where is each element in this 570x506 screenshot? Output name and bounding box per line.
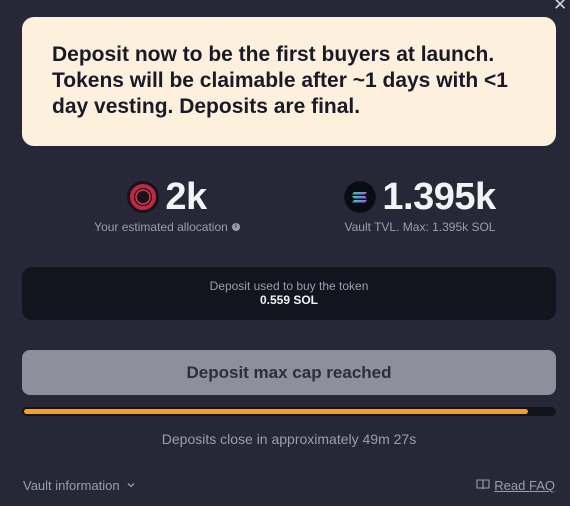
vault-tvl-label: Vault TVL. Max: 1.395k SOL (344, 220, 496, 234)
allocation-value: 2k (165, 175, 207, 218)
allocation-stat: 2k Your estimated allocation i (72, 174, 262, 234)
deposit-progress-bar (22, 407, 556, 416)
vault-tvl-value: 1.395k (382, 175, 496, 218)
countdown-text: Deposits close in approximately 49m 27s (161, 431, 417, 447)
launch-notice: Deposit now to be the first buyers at la… (22, 17, 556, 146)
notice-text: Deposit now to be the first buyers at la… (52, 43, 508, 118)
usage-label: Deposit used to buy the token (209, 279, 369, 293)
close-icon: ✕ (553, 0, 568, 14)
faq-label: Read FAQ (494, 478, 555, 493)
vault-info-label: Vault information (23, 478, 120, 493)
vault-tvl-stat: 1.395k Vault TVL. Max: 1.395k SOL (320, 174, 520, 234)
deposit-panel: ✕ Deposit now to be the first buyers at … (0, 0, 570, 506)
token-icon (127, 181, 160, 213)
book-icon (476, 478, 490, 493)
close-button[interactable]: ✕ (553, 0, 567, 13)
vault-info-toggle[interactable]: Vault information (23, 478, 136, 493)
read-faq-link[interactable]: Read FAQ (476, 478, 555, 493)
info-icon[interactable]: i (231, 223, 240, 231)
chevron-down-icon (126, 478, 136, 493)
solana-icon (344, 181, 377, 213)
allocation-label: Your estimated allocation (94, 220, 228, 234)
progress-fill (24, 409, 528, 414)
deposit-usage-box: Deposit used to buy the token 0.559 SOL (22, 267, 556, 320)
usage-value: 0.559 SOL (259, 293, 319, 307)
deposit-button[interactable]: Deposit max cap reached (22, 350, 556, 395)
